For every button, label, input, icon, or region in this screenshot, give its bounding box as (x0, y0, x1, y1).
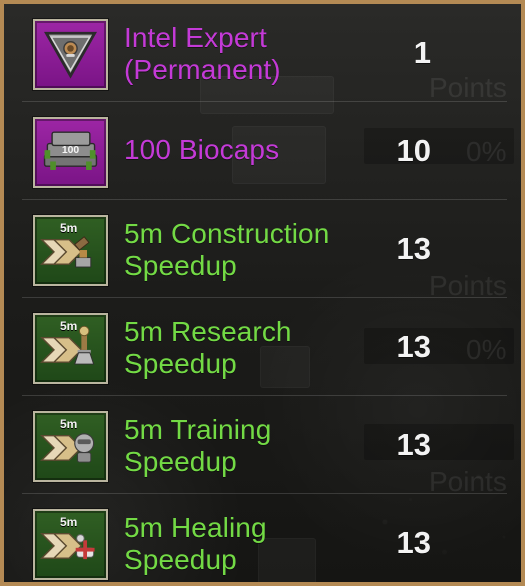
intel-expert-icon (33, 19, 108, 90)
speedup-time-badge: 5m (60, 221, 78, 235)
reward-quantity: 13 (396, 427, 431, 462)
reward-title: 100 Biocaps (124, 134, 374, 166)
reward-title-line-2: Speedup (124, 250, 237, 281)
reward-quantity: 13 (396, 525, 431, 560)
reward-row-intel-expert: Intel Expert (Permanent) 1 (22, 4, 507, 102)
research-speedup-icon: 5m (33, 313, 108, 384)
reward-title: 5m Healing Speedup (124, 512, 374, 576)
reward-list: Intel Expert (Permanent) 1 100 100 Bioca… (22, 4, 507, 582)
reward-title-line-2: Speedup (124, 348, 237, 379)
reward-row-research-speedup: 5m 5m Research Speedup 13 (22, 298, 507, 396)
reward-title-line-1: 5m Research (124, 316, 292, 347)
reward-title-line-2: Speedup (124, 446, 237, 477)
reward-quantity: 1 (413, 35, 431, 70)
biocaps-icon: 100 (33, 117, 108, 188)
speedup-time-badge: 5m (60, 319, 78, 333)
reward-list-panel: Points Points Points 0% 0% Intel Expert … (0, 0, 525, 586)
reward-title-line-1: 5m Healing (124, 512, 267, 543)
reward-quantity: 10 (396, 133, 431, 168)
speedup-time-badge: 5m (60, 515, 78, 529)
reward-quantity: 13 (396, 231, 431, 266)
construction-speedup-icon: 5m (33, 215, 108, 286)
healing-speedup-icon: 5m (33, 509, 108, 580)
reward-title: Intel Expert (Permanent) (124, 22, 374, 86)
reward-title-line-1: 100 Biocaps (124, 134, 280, 165)
reward-title-line-1: Intel Expert (124, 22, 267, 53)
reward-row-training-speedup: 5m 5m Training Speedup 13 (22, 396, 507, 494)
biocaps-icon-label: 100 (62, 145, 80, 156)
reward-quantity: 13 (396, 329, 431, 364)
reward-title-line-2: (Permanent) (124, 54, 281, 85)
reward-row-healing-speedup: 5m 5m Healing Speedup 13 (22, 494, 507, 582)
reward-title: 5m Training Speedup (124, 414, 374, 478)
reward-row-biocaps: 100 100 Biocaps 10 (22, 102, 507, 200)
reward-title-line-1: 5m Construction (124, 218, 330, 249)
speedup-time-badge: 5m (60, 417, 78, 431)
reward-title-line-1: 5m Training (124, 414, 272, 445)
reward-title-line-2: Speedup (124, 544, 237, 575)
reward-title: 5m Research Speedup (124, 316, 374, 380)
reward-row-construction-speedup: 5m 5m Construction Speedup 13 (22, 200, 507, 298)
training-speedup-icon: 5m (33, 411, 108, 482)
reward-title: 5m Construction Speedup (124, 218, 374, 282)
